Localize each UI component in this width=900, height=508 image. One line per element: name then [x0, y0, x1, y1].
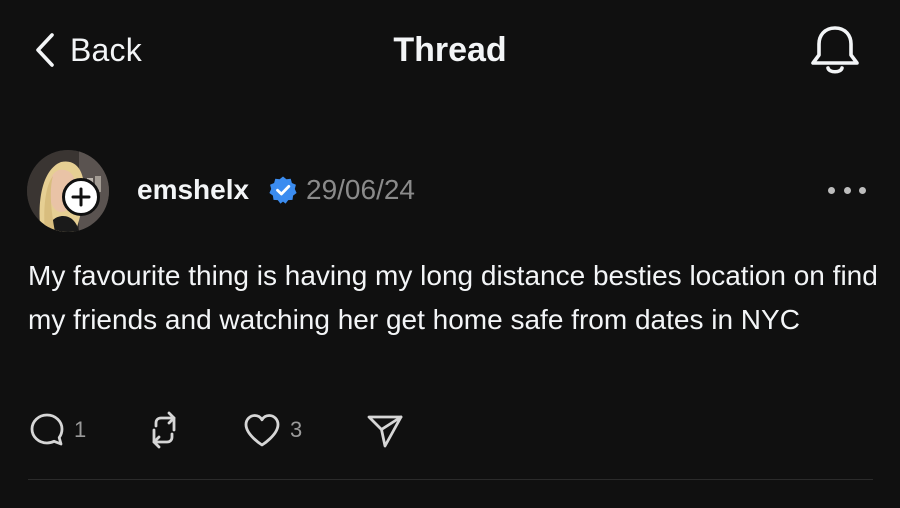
follow-plus-button[interactable]: [62, 178, 100, 216]
top-navigation-bar: Back Thread: [0, 0, 900, 100]
plus-icon: [71, 187, 91, 207]
verified-badge-icon: [269, 176, 297, 204]
like-count: 3: [290, 417, 303, 442]
more-dot-icon: [859, 186, 866, 194]
reply-count: 1: [74, 417, 87, 442]
back-button-label: Back: [70, 31, 142, 68]
reply-button[interactable]: 1: [28, 408, 86, 452]
like-button[interactable]: 3: [242, 408, 302, 452]
chevron-left-icon: [36, 33, 54, 67]
post-text: My favourite thing is having my long dis…: [28, 260, 878, 335]
repost-icon: [152, 411, 176, 449]
heart-icon: [244, 414, 280, 447]
divider: [28, 479, 873, 480]
more-dot-icon: [843, 186, 851, 194]
send-icon: [367, 415, 403, 448]
speech-bubble-icon: [30, 413, 64, 446]
post-date: 29/06/24: [306, 174, 415, 205]
more-dot-icon: [828, 186, 835, 194]
repost-button[interactable]: [144, 408, 192, 452]
bell-icon[interactable]: [806, 22, 864, 78]
more-options-button[interactable]: [828, 176, 866, 204]
back-button[interactable]: Back: [34, 28, 142, 72]
share-button[interactable]: [366, 408, 404, 452]
author-username[interactable]: emshelx: [137, 172, 249, 208]
